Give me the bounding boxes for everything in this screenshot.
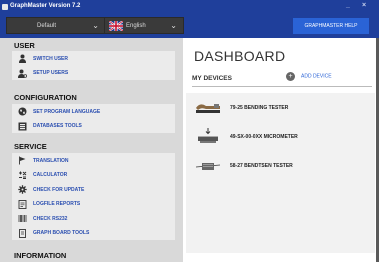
device-name: 49-SX-00-0XX MICROMETER — [230, 134, 298, 140]
globe-icon — [18, 107, 27, 116]
micrometer-icon — [198, 128, 218, 143]
chevron-down-icon: ⌄ — [170, 21, 177, 30]
sidebar-item-calculator[interactable]: CALCULATOR — [12, 168, 175, 183]
sidebar-item-graph-board-tools[interactable]: GRAPH BOARD TOOLS — [12, 226, 175, 241]
sidebar-item-logfile-reports[interactable]: LOGFILE REPORTS — [12, 197, 175, 212]
sidebar-item-label: TRANSLATION — [33, 157, 69, 164]
page-title: DASHBOARD — [194, 48, 286, 64]
section-title-configuration: CONFIGURATION — [14, 93, 77, 102]
add-device-label: ADD DEVICE — [301, 73, 332, 80]
section-title-service: SERVICE — [14, 142, 47, 151]
profile-dropdown[interactable]: Default ⌄ — [6, 17, 106, 34]
bendtsen-tester-icon — [195, 163, 221, 170]
close-button[interactable]: × — [362, 2, 366, 9]
user-icon — [18, 54, 27, 63]
sidebar-item-label: DATABASES TOOLS — [33, 123, 82, 129]
sidebar-item-label: SETUP USERS — [33, 70, 69, 76]
language-dropdown-value: English — [126, 23, 146, 29]
configuration-group: SET PROGRAM LANGUAGE DATABASES TOOLS — [12, 104, 175, 133]
service-group: TRANSLATION CALCULATOR CHECK FOR UPDATE … — [12, 153, 175, 240]
sidebar: USER SWITCH USER SETUP USERS CONFIGURATI… — [0, 38, 183, 262]
user-settings-icon — [18, 69, 28, 78]
sidebar-item-check-for-update[interactable]: CHECK FOR UPDATE — [12, 182, 175, 197]
log-icon — [18, 199, 27, 209]
device-list: 79-25 BENDING TESTER 49-SX-00-0XX MICROM… — [186, 93, 375, 253]
uk-flag-icon — [109, 21, 123, 31]
device-item[interactable]: 79-25 BENDING TESTER — [186, 98, 375, 118]
board-icon — [18, 228, 27, 238]
window-title: GraphMaster Version 7.2 — [10, 3, 81, 9]
sidebar-item-switch-user[interactable]: SWITCH USER — [12, 51, 175, 66]
add-device-button[interactable]: + ADD DEVICE — [286, 72, 332, 81]
app-logo-icon — [2, 4, 8, 10]
sidebar-item-setup-users[interactable]: SETUP USERS — [12, 66, 175, 81]
sidebar-item-label: CHECK FOR UPDATE — [33, 186, 85, 193]
language-dropdown[interactable]: English ⌄ — [104, 17, 184, 34]
dashboard-panel: DASHBOARD MY DEVICES + ADD DEVICE 79-25 B… — [183, 38, 379, 262]
window-titlebar: GraphMaster Version 7.2 _ × — [0, 0, 379, 14]
sidebar-item-translation[interactable]: TRANSLATION — [12, 153, 175, 168]
sidebar-item-label: CHECK RS232 — [33, 215, 68, 222]
graphmaster-help-button[interactable]: GRAPHMASTER HELP — [293, 18, 369, 34]
gear-icon — [18, 185, 27, 194]
device-item[interactable]: 49-SX-00-0XX MICROMETER — [186, 127, 375, 147]
database-icon — [18, 122, 27, 131]
flag-icon — [18, 156, 27, 165]
calculator-icon — [18, 171, 27, 180]
sidebar-item-set-program-language[interactable]: SET PROGRAM LANGUAGE — [12, 104, 175, 119]
barcode-icon — [18, 214, 27, 223]
sidebar-item-label: CALCULATOR — [33, 172, 68, 178]
sidebar-item-databases-tools[interactable]: DATABASES TOOLS — [12, 119, 175, 134]
sidebar-item-label: GRAPH BOARD TOOLS — [33, 230, 90, 236]
device-name: 79-25 BENDING TESTER — [230, 105, 289, 111]
sidebar-item-check-rs232[interactable]: CHECK RS232 — [12, 211, 175, 226]
sidebar-item-label: SET PROGRAM LANGUAGE — [33, 108, 101, 115]
device-item[interactable]: 58-27 BENDTSEN TESTER — [186, 156, 375, 176]
sidebar-item-label: SWITCH USER — [33, 55, 68, 62]
divider — [192, 86, 372, 87]
section-title-user: USER — [14, 41, 35, 50]
minimize-button[interactable]: _ — [346, 2, 350, 9]
toolbar: Default ⌄ English ⌄ GRAPHMASTER HELP — [0, 14, 379, 38]
plus-icon: + — [286, 72, 295, 81]
sidebar-item-label: LOGFILE REPORTS — [33, 201, 81, 207]
user-group: SWITCH USER SETUP USERS — [12, 51, 175, 80]
profile-dropdown-value: Default — [37, 23, 57, 29]
bending-tester-icon — [196, 104, 220, 113]
my-devices-heading: MY DEVICES — [192, 75, 232, 82]
chevron-down-icon: ⌄ — [92, 21, 99, 30]
section-title-information: INFORMATION — [14, 251, 67, 260]
device-name: 58-27 BENDTSEN TESTER — [230, 163, 293, 169]
